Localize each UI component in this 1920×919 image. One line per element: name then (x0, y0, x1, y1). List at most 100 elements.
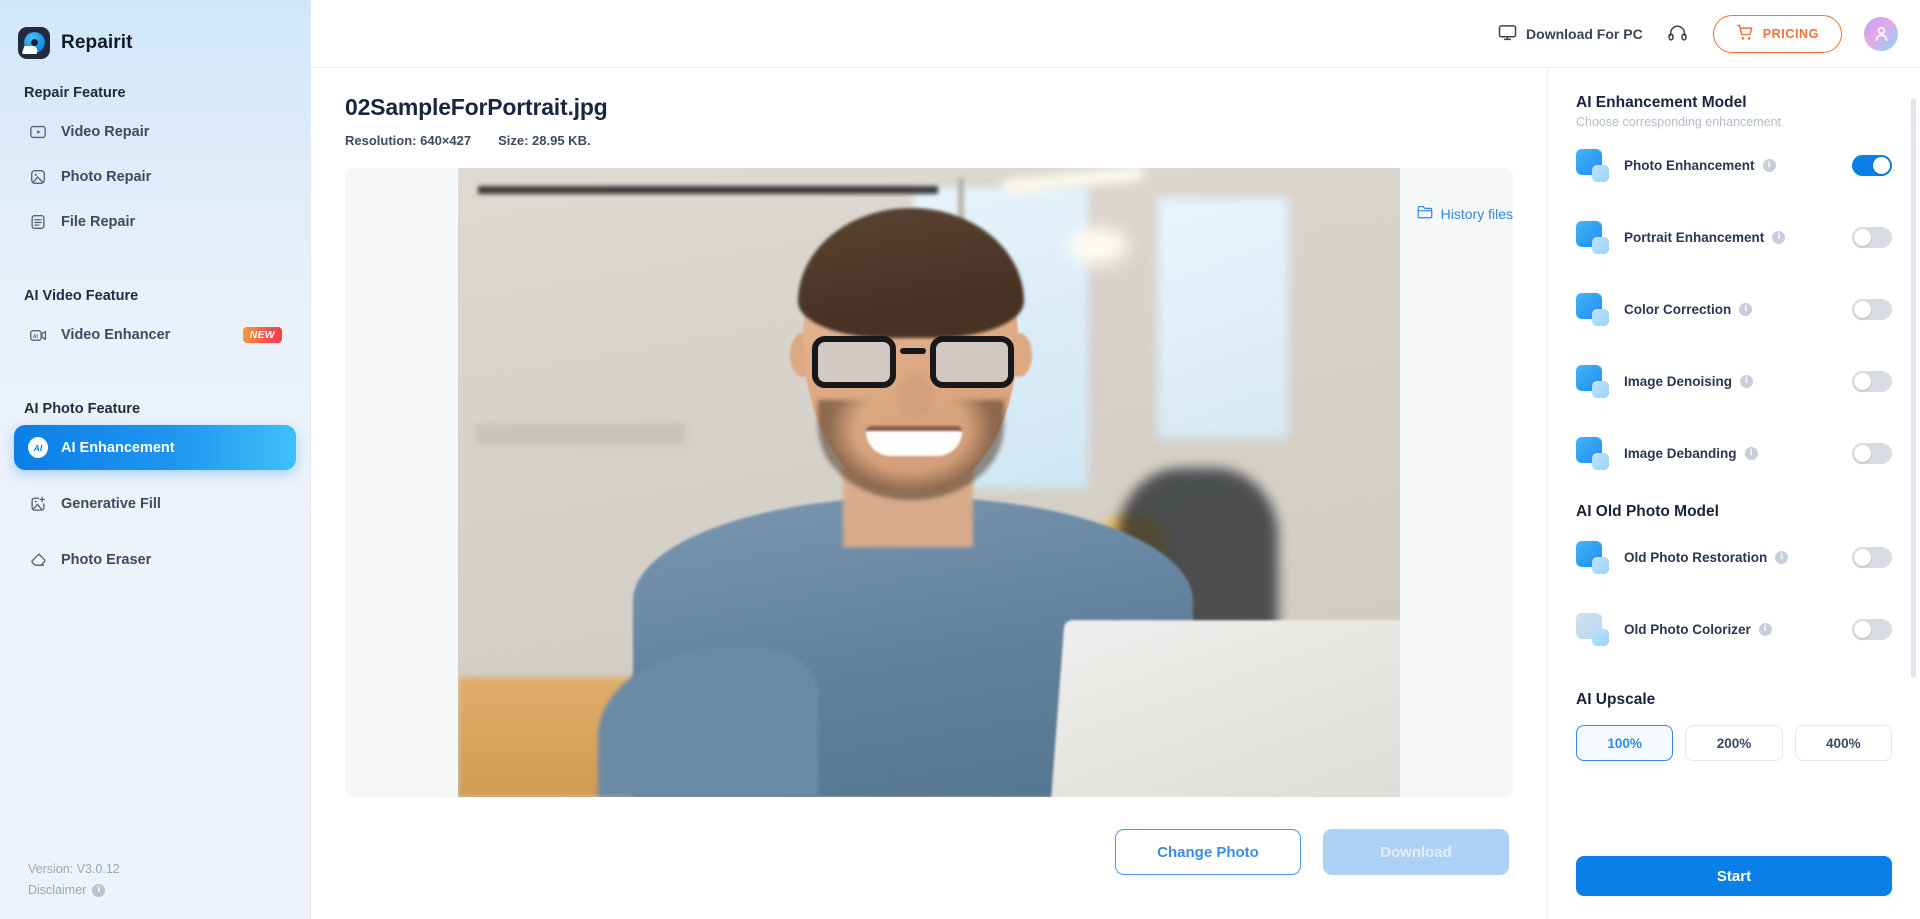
info-icon[interactable]: i (1739, 302, 1753, 316)
info-icon[interactable]: i (1744, 446, 1758, 460)
sidebar-item-file-repair[interactable]: File Repair (14, 199, 296, 244)
sidebar-item-label: Video Enhancer (61, 326, 171, 343)
nav-group-title-ai-video-feature: AI Video Feature (24, 288, 139, 304)
image-preview-panel[interactable] (345, 168, 1513, 797)
editor-main: 02SampleForPortrait.jpg Resolution: 640×… (311, 68, 1547, 919)
toggle-old-photo-restoration[interactable] (1852, 546, 1892, 568)
option-label: Color Correction (1624, 301, 1732, 317)
image-debanding-icon (1576, 436, 1609, 470)
version-text: Version: V3.0.12 (28, 862, 120, 876)
file-size: Size: 28.95 KB. (498, 133, 591, 148)
generative-fill-icon (28, 494, 48, 514)
sidebar-item-label: Photo Repair (61, 168, 152, 185)
photo-eraser-icon (28, 550, 48, 570)
sidebar-footer: Version: V3.0.12 Disclaimer i (28, 859, 120, 901)
upscale-option-200[interactable]: 200% (1685, 725, 1783, 761)
toggle-photo-enhancement[interactable] (1852, 154, 1892, 176)
sidebar-item-label: File Repair (61, 213, 136, 230)
panel-title: AI Enhancement Model (1576, 94, 1747, 111)
topbar: Download For PC PRICING (311, 0, 1920, 68)
option-row-image-debanding[interactable]: Image Debanding i (1576, 417, 1892, 489)
toggle-old-photo-colorizer[interactable] (1852, 618, 1892, 640)
option-label: Image Denoising (1624, 373, 1733, 389)
content-area: Download For PC PRICING 02SampleForPortr… (311, 0, 1920, 919)
badge-new: NEW (242, 326, 282, 343)
option-row-old-photo-restoration[interactable]: Old Photo Restoration i (1576, 521, 1892, 593)
folder-icon (1417, 205, 1433, 222)
option-row-photo-enhancement[interactable]: Photo Enhancement i (1576, 129, 1892, 201)
upscale-options: 100% 200% 400% (1576, 725, 1892, 761)
upscale-option-400[interactable]: 400% (1794, 725, 1892, 761)
sidebar-nav: Repair Feature Video Repair Photo Repair… (0, 85, 310, 582)
toggle-image-debanding[interactable] (1852, 442, 1892, 464)
info-icon[interactable]: i (1775, 550, 1789, 564)
editor-actions: Change Photo Download (345, 797, 1513, 907)
option-label: Old Photo Colorizer (1624, 621, 1751, 637)
brand-name: Repairit (61, 31, 133, 53)
option-label: Image Debanding (1624, 445, 1737, 461)
info-icon[interactable]: i (1758, 622, 1772, 636)
sidebar-item-photo-eraser[interactable]: Photo Eraser (14, 537, 296, 582)
option-label: Old Photo Restoration (1624, 549, 1768, 565)
image-denoising-icon (1576, 364, 1609, 398)
ai-upscale-title: AI Upscale (1576, 691, 1656, 708)
portrait-enhancement-icon (1576, 220, 1609, 254)
page-title: 02SampleForPortrait.jpg (345, 94, 608, 120)
nav-group-title-repair-feature: Repair Feature (24, 85, 126, 101)
download-button: Download (1323, 829, 1509, 875)
download-for-pc-button[interactable]: Download For PC (1498, 24, 1643, 44)
panel-subtitle: Choose corresponding enhancement (1576, 115, 1781, 129)
main-wrapper: 02SampleForPortrait.jpg Resolution: 640×… (311, 68, 1920, 919)
pricing-button[interactable]: PRICING (1712, 14, 1842, 53)
info-icon[interactable]: i (92, 884, 106, 897)
old-photo-colorizer-icon (1576, 612, 1609, 646)
nav-group-title-ai-photo-feature: AI Photo Feature (24, 401, 141, 417)
history-files-label: History files (1440, 205, 1513, 222)
option-row-image-denoising[interactable]: Image Denoising i (1576, 345, 1892, 417)
sidebar-item-label: Generative Fill (61, 495, 161, 512)
history-files-link[interactable]: History files (1417, 205, 1513, 222)
file-meta: Resolution: 640×427 Size: 28.95 KB. (345, 133, 1513, 148)
panel-scrollbar[interactable] (1911, 98, 1916, 678)
option-row-color-correction[interactable]: Color Correction i (1576, 273, 1892, 345)
old-photo-restoration-icon (1576, 540, 1609, 574)
info-icon[interactable]: i (1762, 158, 1776, 172)
info-icon[interactable]: i (1740, 374, 1754, 388)
toggle-portrait-enhancement[interactable] (1852, 226, 1892, 248)
disclaimer-label: Disclaimer (28, 883, 87, 897)
app-root: Repairit Repair Feature Video Repair Pho… (0, 0, 1920, 919)
disclaimer-link[interactable]: Disclaimer i (28, 880, 120, 901)
option-label: Portrait Enhancement (1624, 229, 1765, 245)
sidebar-item-generative-fill[interactable]: Generative Fill (14, 481, 296, 526)
photo-enhancement-icon (1576, 148, 1609, 182)
sidebar-item-video-repair[interactable]: Video Repair (14, 109, 296, 154)
sidebar-item-video-enhancer[interactable]: AI Video Enhancer NEW (14, 312, 296, 357)
video-enhancer-icon: AI (28, 325, 48, 345)
headphone-support-icon[interactable] (1665, 21, 1691, 47)
toggle-image-denoising[interactable] (1852, 370, 1892, 392)
sidebar-item-ai-enhancement[interactable]: AI AI Enhancement (14, 425, 296, 470)
start-button[interactable]: Start (1576, 856, 1892, 896)
repairit-logo-icon (18, 26, 50, 59)
old-photo-model-title: AI Old Photo Model (1576, 503, 1719, 520)
upscale-option-100[interactable]: 100% (1576, 725, 1674, 761)
ai-enhancement-icon: AI (28, 437, 48, 458)
svg-text:AI: AI (32, 333, 38, 339)
download-for-pc-label: Download For PC (1526, 25, 1643, 42)
sidebar-item-photo-repair[interactable]: Photo Repair (14, 154, 296, 199)
preview-image (458, 168, 1400, 797)
color-correction-icon (1576, 292, 1609, 326)
user-avatar-icon[interactable] (1864, 16, 1898, 51)
option-label: Photo Enhancement (1624, 157, 1755, 173)
sidebar-item-label: Video Repair (61, 123, 150, 140)
pricing-label: PRICING (1762, 26, 1819, 41)
change-photo-button[interactable]: Change Photo (1115, 829, 1301, 875)
video-repair-icon (28, 122, 48, 142)
info-icon[interactable]: i (1772, 230, 1786, 244)
sidebar-item-label: AI Enhancement (61, 439, 175, 456)
toggle-color-correction[interactable] (1852, 298, 1892, 320)
file-resolution: Resolution: 640×427 (345, 133, 472, 148)
option-row-old-photo-colorizer[interactable]: Old Photo Colorizer i (1576, 593, 1892, 665)
shopping-cart-icon (1736, 24, 1754, 44)
option-row-portrait-enhancement[interactable]: Portrait Enhancement i (1576, 201, 1892, 273)
